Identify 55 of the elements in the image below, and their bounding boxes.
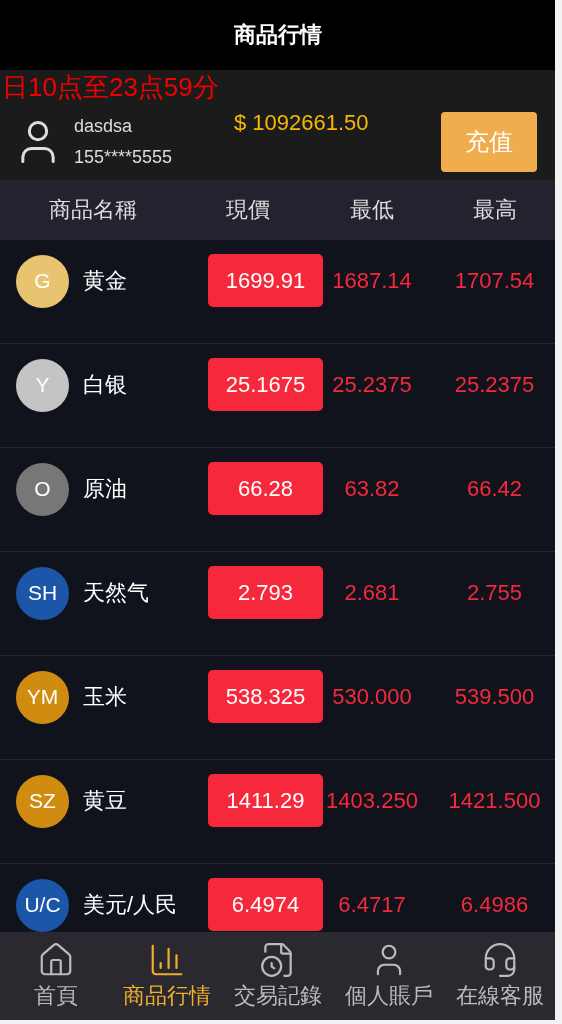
low-price: 1403.250: [325, 787, 419, 815]
current-price: 1411.29: [208, 774, 323, 827]
commodity-name: 天然气: [83, 579, 149, 607]
current-price: 538.325: [208, 670, 323, 723]
low-price: 25.2375: [331, 371, 413, 399]
symbol-badge: O: [16, 462, 69, 516]
high-price: 539.500: [453, 683, 536, 711]
quote-row[interactable]: O 原油 66.28 63.82 66.42: [0, 448, 555, 552]
high-price: 2.755: [465, 579, 524, 607]
symbol-badge: SH: [16, 566, 69, 620]
commodity-name: 黄金: [83, 267, 127, 295]
low-price: 6.4717: [337, 891, 407, 919]
column-header: 最低: [349, 196, 395, 224]
tab-item[interactable]: 首頁: [0, 932, 111, 1020]
commodity-name: 白银: [83, 371, 127, 399]
symbol-badge: G: [16, 254, 69, 308]
commodity-name: 黄豆: [83, 787, 127, 815]
symbol-badge: Y: [16, 358, 69, 412]
low-price: 1687.14: [331, 267, 413, 295]
page-title: 商品行情: [233, 21, 322, 49]
column-header: 現價: [225, 196, 271, 224]
phone-number: 155****5555: [74, 147, 174, 168]
low-price: 2.681: [343, 579, 401, 607]
quote-row[interactable]: G 黄金 1699.91 1687.14 1707.54: [0, 240, 555, 344]
commodity-name: 玉米: [83, 683, 127, 711]
high-price: 1707.54: [453, 267, 536, 295]
high-price: 25.2375: [453, 371, 536, 399]
quote-row[interactable]: YM 玉米 538.325 530.000 539.500: [0, 656, 555, 760]
column-header: 商品名稱: [48, 196, 138, 224]
high-price: 1421.500: [447, 787, 542, 815]
notice-text: 日10点至23点59分: [1, 71, 220, 104]
quote-row[interactable]: SH 天然气 2.793 2.681 2.755: [0, 552, 555, 656]
quote-row[interactable]: SZ 黄豆 1411.29 1403.250 1421.500: [0, 760, 555, 864]
symbol-badge: SZ: [16, 774, 69, 828]
symbol-badge: YM: [16, 670, 69, 724]
tab-item[interactable]: 交易記錄: [222, 932, 333, 1020]
tab-item[interactable]: 在線客服: [444, 932, 555, 1020]
current-price: 25.1675: [208, 358, 323, 411]
current-price: 66.28: [208, 462, 323, 515]
tab-item[interactable]: 個人賬戶: [333, 932, 444, 1020]
current-price: 2.793: [208, 566, 323, 619]
quote-row[interactable]: Y 白银 25.1675 25.2375 25.2375: [0, 344, 555, 448]
balance: $ 1092661.50: [234, 110, 370, 136]
current-price: 1699.91: [208, 254, 323, 307]
column-header: 最高: [471, 196, 518, 224]
high-price: 6.4986: [459, 891, 530, 919]
username: dasdsa: [74, 116, 134, 137]
tab-item[interactable]: 商品行情: [111, 932, 222, 1020]
low-price: 530.000: [331, 683, 413, 711]
low-price: 63.82: [343, 475, 401, 503]
commodity-name: 美元/人民: [83, 891, 178, 919]
current-price: 6.4974: [208, 878, 323, 931]
commodity-name: 原油: [83, 475, 127, 503]
high-price: 66.42: [465, 475, 524, 503]
symbol-badge: U/C: [16, 878, 69, 932]
